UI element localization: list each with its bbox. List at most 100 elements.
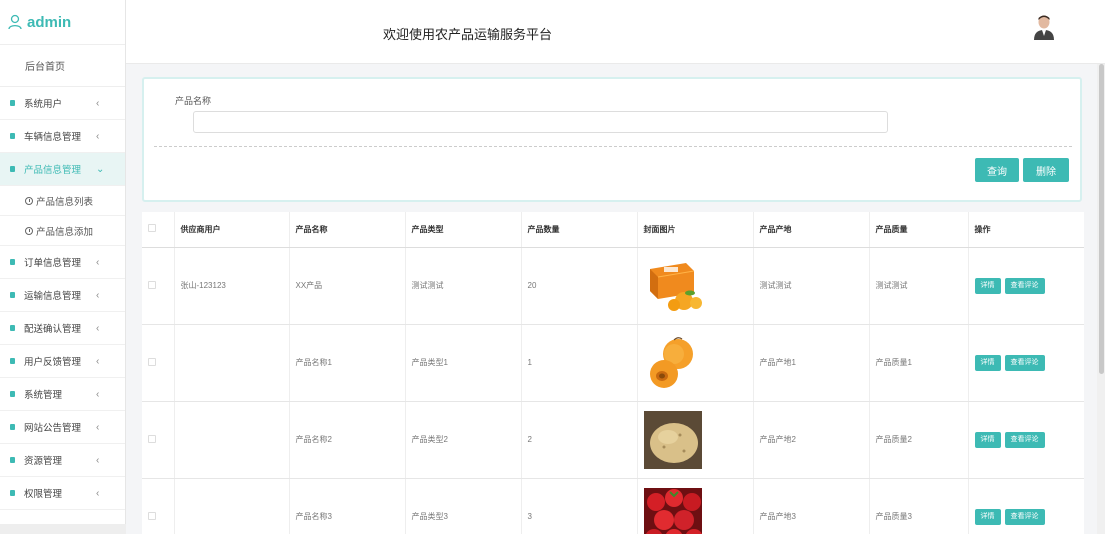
column-header: 产品产地 xyxy=(753,212,870,248)
product-name-cell: 产品名称2 xyxy=(289,401,406,479)
brand: admin xyxy=(0,0,125,45)
quality-cell: 产品质量3 xyxy=(869,478,969,534)
chevron-left-icon: ‹ xyxy=(96,421,100,433)
product-name-label: 产品名称 xyxy=(175,96,212,106)
detail-button[interactable]: 详情 xyxy=(974,431,1001,448)
sidebar-item[interactable]: 网站公告管理 ‹ xyxy=(0,411,125,444)
action-cell: 详情 查看评论 xyxy=(968,247,1084,325)
supplier-cell xyxy=(174,478,290,534)
menu-bullet-icon xyxy=(10,358,15,364)
quality-cell: 产品质量1 xyxy=(869,324,969,402)
sidebar-subitem[interactable]: 产品信息列表 xyxy=(0,186,125,216)
page-title: 欢迎使用农产品运输服务平台 xyxy=(383,27,553,42)
quantity-cell: 20 xyxy=(521,247,638,325)
sidebar-item-label: 用户反馈管理 xyxy=(24,357,82,368)
supplier-cell: 张山-123123 xyxy=(174,247,290,325)
scrollbar-thumb[interactable] xyxy=(1099,64,1104,374)
sidebar-item[interactable]: 系统管理 ‹ xyxy=(0,378,125,411)
detail-button[interactable]: 详情 xyxy=(974,508,1001,525)
chevron-left-icon: ‹ xyxy=(96,130,100,142)
select-cell xyxy=(142,324,175,402)
chevron-left-icon: ‹ xyxy=(96,322,100,334)
sidebar-item[interactable]: 用户反馈管理 ‹ xyxy=(0,345,125,378)
menu-bullet-icon xyxy=(10,100,15,106)
divider xyxy=(154,146,1072,147)
table-row[interactable]: 产品名称2 产品类型2 2 产品产地2 产品质量2 详情 查看评论 xyxy=(142,401,1084,479)
menu-bullet-icon xyxy=(10,391,15,397)
detail-button[interactable]: 详情 xyxy=(974,354,1001,371)
sidebar-item[interactable]: 车辆信息管理 ‹ xyxy=(0,120,125,153)
header: 欢迎使用农产品运输服务平台 xyxy=(126,0,1105,64)
chevron-left-icon: ‹ xyxy=(96,355,100,367)
origin-cell: 测试测试 xyxy=(753,247,870,325)
sidebar-subitem[interactable]: 产品信息添加 xyxy=(0,216,125,246)
sidebar-subitem-label: 产品信息添加 xyxy=(36,226,94,238)
view-reviews-button[interactable]: 查看评论 xyxy=(1004,354,1045,371)
column-header: 供应商用户 xyxy=(174,212,290,248)
chevron-left-icon: ‹ xyxy=(96,487,100,499)
menu-bullet-icon xyxy=(10,292,15,298)
table-row[interactable]: 产品名称1 产品类型1 1 产品产地1 产品质量1 详情 查看评论 xyxy=(142,324,1084,402)
sidebar-item[interactable]: 配送确认管理 ‹ xyxy=(0,312,125,345)
cover-image-cell xyxy=(637,401,754,479)
sidebar-footer xyxy=(0,524,126,534)
sidebar-item-home[interactable]: 后台首页 xyxy=(0,45,125,87)
sidebar-item[interactable]: 运输信息管理 ‹ xyxy=(0,279,125,312)
detail-button[interactable]: 详情 xyxy=(974,277,1001,294)
column-header: 操作 xyxy=(968,212,1084,248)
product-image xyxy=(643,410,702,469)
product-name-cell: 产品名称3 xyxy=(289,478,406,534)
sidebar-item-label: 网站公告管理 xyxy=(24,423,82,434)
action-cell: 详情 查看评论 xyxy=(968,478,1084,534)
product-name-input[interactable] xyxy=(193,111,888,133)
row-checkbox[interactable] xyxy=(148,434,156,443)
sidebar-item-label: 系统用户 xyxy=(24,99,63,110)
sidebar-item[interactable]: 资源管理 ‹ xyxy=(0,444,125,477)
sidebar-item-label: 车辆信息管理 xyxy=(24,132,82,143)
sidebar: admin 后台首页 系统用户 ‹ 车辆信息管理 ‹ 产品信息管理 ⌄ 产品信息列表 产品信息… xyxy=(0,0,126,534)
origin-cell: 产品产地2 xyxy=(753,401,870,479)
cover-image-cell xyxy=(637,247,754,325)
sidebar-item-label: 运输信息管理 xyxy=(24,291,82,302)
row-checkbox[interactable] xyxy=(148,357,156,366)
product-name-cell: XX产品 xyxy=(289,247,406,325)
sidebar-subitem-label: 产品信息列表 xyxy=(36,196,94,208)
cover-image-cell xyxy=(637,478,754,534)
clock-icon xyxy=(25,226,33,235)
action-cell: 详情 查看评论 xyxy=(968,324,1084,402)
sidebar-item[interactable]: 权限管理 ‹ xyxy=(0,477,125,510)
chevron-left-icon: ‹ xyxy=(96,256,100,268)
chevron-left-icon: ‹ xyxy=(96,388,100,400)
sidebar-item-label: 权限管理 xyxy=(24,489,63,500)
table-row[interactable]: 产品名称3 产品类型3 3 产品产地3 产品质量3 详情 查看评论 xyxy=(142,478,1084,534)
sidebar-item[interactable]: 产品信息管理 ⌄ xyxy=(0,153,125,186)
chevron-left-icon: ‹ xyxy=(96,97,100,109)
sidebar-item[interactable]: 系统用户 ‹ xyxy=(0,87,125,120)
view-reviews-button[interactable]: 查看评论 xyxy=(1004,277,1045,294)
product-type-cell: 产品类型2 xyxy=(405,401,522,479)
row-checkbox[interactable] xyxy=(148,511,156,520)
chevron-down-icon: ⌄ xyxy=(96,163,105,175)
sidebar-item[interactable]: 订单信息管理 ‹ xyxy=(0,246,125,279)
column-header: 产品类型 xyxy=(405,212,522,248)
view-reviews-button[interactable]: 查看评论 xyxy=(1004,508,1045,525)
table-row[interactable]: 张山-123123 XX产品 测试测试 20 测试测试 测试测试 详情 查看评论 xyxy=(142,247,1084,325)
menu-bullet-icon xyxy=(10,325,15,331)
quantity-cell: 2 xyxy=(521,401,638,479)
delete-button[interactable]: 删除 xyxy=(1023,158,1069,182)
column-header: 产品数量 xyxy=(521,212,638,248)
select-cell xyxy=(142,247,175,325)
column-header: 产品名称 xyxy=(289,212,406,248)
origin-cell: 产品产地3 xyxy=(753,478,870,534)
user-icon xyxy=(8,14,22,30)
row-checkbox[interactable] xyxy=(148,280,156,289)
chevron-left-icon: ‹ xyxy=(96,454,100,466)
menu-bullet-icon xyxy=(10,490,15,496)
avatar[interactable] xyxy=(1032,14,1056,40)
select-cell xyxy=(142,478,175,534)
product-image xyxy=(643,256,702,315)
view-reviews-button[interactable]: 查看评论 xyxy=(1004,431,1045,448)
select-all-checkbox[interactable] xyxy=(148,224,156,233)
table-header-row: 供应商用户 产品名称 产品类型 产品数量 封面图片 产品产地 产品质量 操作 xyxy=(142,212,1084,248)
query-button[interactable]: 查询 xyxy=(975,158,1019,182)
